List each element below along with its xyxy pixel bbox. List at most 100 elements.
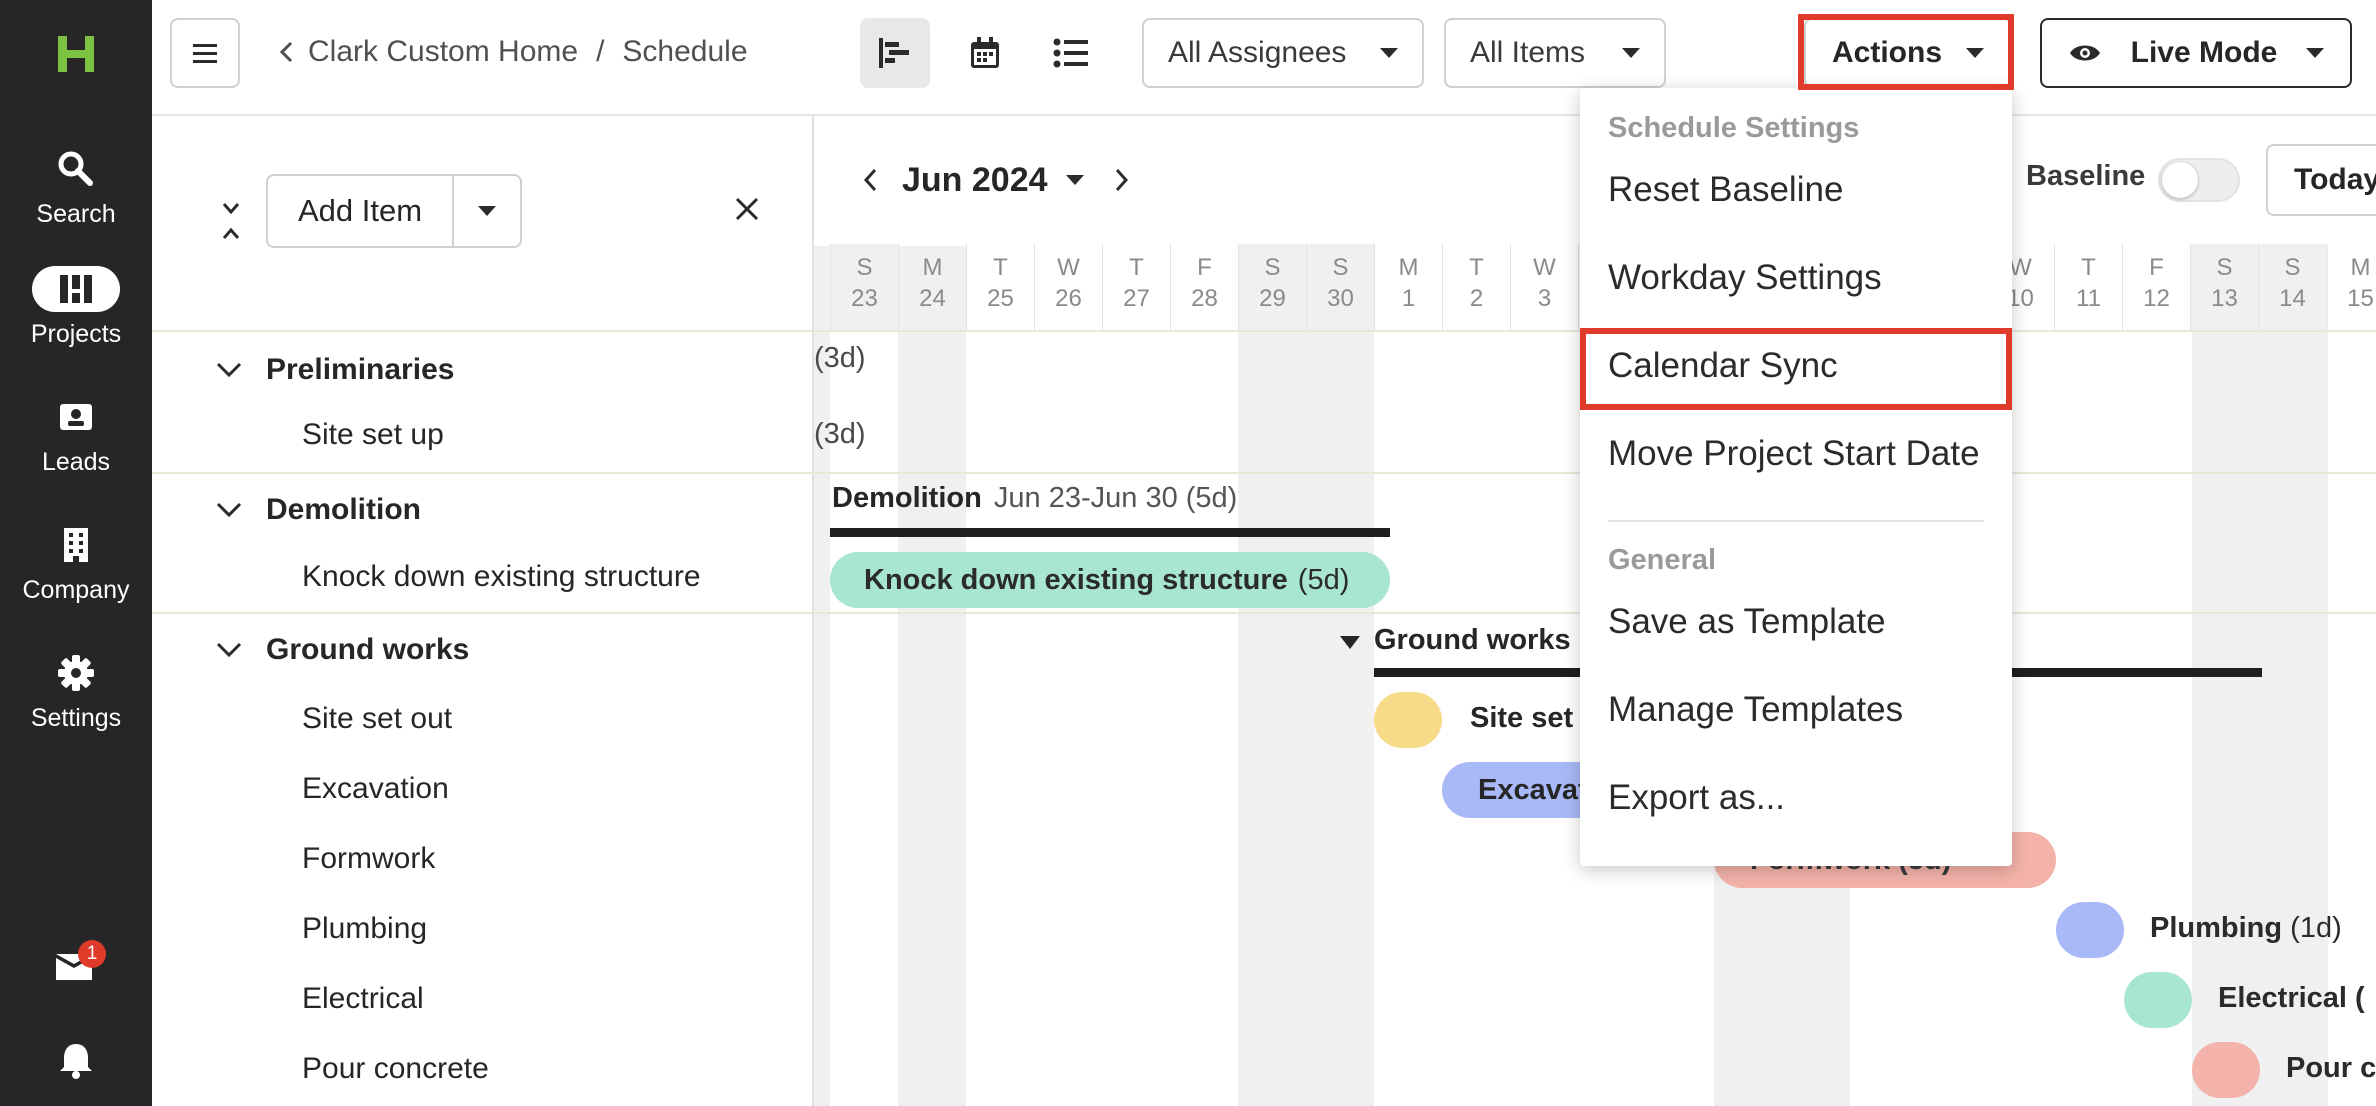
live-mode-button[interactable]: Live Mode [2040, 18, 2352, 88]
electrical-label: Electrical ( [2218, 982, 2365, 1014]
chevron-left-icon[interactable] [276, 38, 298, 66]
day-header: T 11 [2054, 244, 2122, 330]
group-label: Preliminaries [266, 353, 455, 386]
breadcrumb-project[interactable]: Clark Custom Home [308, 35, 578, 69]
reset-baseline-item[interactable]: Reset Baseline [1608, 170, 1843, 210]
collapse-all-icon [222, 203, 240, 239]
day-header: S 30 [1306, 244, 1374, 330]
nav-projects[interactable]: Projects [0, 266, 152, 349]
task-row[interactable]: Plumbing [302, 912, 802, 946]
task-row[interactable]: Electrical [302, 982, 802, 1016]
top-bar: Clark Custom Home / Schedule All Assigne… [152, 0, 2376, 116]
export-as-item[interactable]: Export as... [1608, 778, 1785, 818]
plumbing-bar[interactable] [2056, 902, 2124, 958]
bar-duration: (5d) [1297, 563, 1350, 596]
day-header: T 25 [966, 244, 1034, 330]
day-header: T 27 [1102, 244, 1170, 330]
group-row-preliminaries[interactable]: Preliminaries [152, 348, 814, 392]
pour-concrete-bar[interactable] [2192, 1042, 2260, 1098]
manage-templates-item[interactable]: Manage Templates [1608, 690, 1903, 730]
task-row[interactable]: Formwork [302, 842, 802, 876]
divider [152, 472, 814, 474]
group-label: Ground works [266, 633, 470, 666]
actions-highlight [1798, 14, 2014, 90]
save-as-template-item[interactable]: Save as Template [1608, 602, 1886, 642]
demolition-range: Jun 23-Jun 30 (5d) [993, 482, 1238, 514]
baseline-label: Baseline [2026, 160, 2146, 192]
app-logo-icon[interactable] [54, 32, 98, 76]
today-button[interactable]: Today [2266, 144, 2376, 216]
day-header: F 12 [2122, 244, 2190, 330]
nav-leads[interactable]: Leads [0, 394, 152, 477]
ground-works-title[interactable]: Ground works [1374, 624, 1571, 657]
live-mode-label: Live Mode [2130, 36, 2278, 69]
baseline-toggle[interactable] [2158, 158, 2240, 202]
site-set-out-label: Site set [1470, 702, 1574, 734]
inbox-button[interactable]: 1 [54, 940, 106, 984]
task-row[interactable]: Excavation [302, 772, 802, 806]
list-view-button[interactable] [1036, 18, 1106, 88]
bell-icon [60, 1044, 92, 1079]
add-item-button[interactable]: Add Item [268, 193, 452, 229]
group-row-ground-works[interactable]: Ground works [152, 628, 814, 672]
menu-toggle-button[interactable] [170, 18, 240, 88]
chevron-down-icon[interactable] [214, 500, 244, 520]
day-header: W 26 [1034, 244, 1102, 330]
chevron-left-icon[interactable] [860, 165, 882, 195]
company-icon [32, 522, 120, 568]
items-filter[interactable]: All Items [1444, 18, 1666, 88]
hamburger-icon [193, 44, 217, 63]
preliminaries-duration: (3d) [814, 342, 866, 374]
task-row[interactable]: Site set out [302, 702, 802, 736]
chevron-down-icon[interactable] [214, 360, 244, 380]
day-header: S 23 [830, 244, 898, 330]
caret-down-icon[interactable] [1065, 175, 1084, 185]
site-set-out-bar[interactable] [1374, 692, 1442, 748]
gear-icon [32, 650, 120, 696]
assignees-filter[interactable]: All Assignees [1142, 18, 1424, 88]
nav-search[interactable]: Search [0, 146, 152, 229]
assignees-filter-label: All Assignees [1168, 36, 1347, 69]
notifications-button[interactable] [56, 1040, 96, 1080]
bar-title: Knock down existing structure [864, 563, 1288, 596]
caret-down-icon [478, 206, 496, 216]
weekend-column [814, 246, 830, 1106]
add-item-dropdown[interactable] [452, 175, 520, 247]
chevron-right-icon[interactable] [1110, 165, 1132, 195]
eye-icon [2070, 45, 2100, 61]
list-view-icon [1053, 38, 1088, 68]
task-row[interactable]: Pour concrete [302, 1052, 802, 1086]
task-row[interactable]: Knock down existing structure [302, 560, 802, 594]
day-header: F 28 [1170, 244, 1238, 330]
nav-company[interactable]: Company [0, 522, 152, 605]
workday-settings-item[interactable]: Workday Settings [1608, 258, 1882, 298]
nav-projects-label: Projects [30, 320, 122, 348]
inbox-badge: 1 [78, 940, 106, 968]
chevron-down-icon[interactable] [214, 640, 244, 660]
demolition-summary-bar[interactable] [830, 528, 1390, 537]
electrical-bar[interactable] [2124, 972, 2192, 1028]
nav-company-label: Company [22, 576, 130, 604]
plumbing-label: Plumbing (1d) [2150, 912, 2342, 945]
close-panel-button[interactable] [732, 194, 766, 228]
nav-settings[interactable]: Settings [0, 650, 152, 733]
demolition-summary-label[interactable]: Demolition Jun 23-Jun 30 (5d) [832, 482, 1237, 515]
close-icon [735, 197, 759, 221]
gantt-view-icon [879, 38, 909, 68]
caret-down-icon [1622, 48, 1640, 58]
search-icon [32, 146, 120, 192]
collapse-all-button[interactable] [216, 192, 246, 252]
weekend-column [1238, 246, 1374, 1106]
move-project-start-date-item[interactable]: Move Project Start Date [1608, 434, 1980, 474]
task-row[interactable]: Site set up [302, 418, 802, 452]
knock-down-bar[interactable]: Knock down existing structure (5d) [830, 552, 1390, 608]
caret-down-icon[interactable] [1340, 636, 1360, 650]
gantt-view-button[interactable] [860, 18, 930, 88]
pour-concrete-label: Pour c [2286, 1052, 2376, 1084]
divider [152, 612, 814, 614]
day-header: W3 [1510, 244, 1578, 330]
group-row-demolition[interactable]: Demolition [152, 488, 814, 532]
actions-menu: Schedule Settings Reset Baseline Workday… [1580, 88, 2012, 866]
calendar-view-button[interactable] [950, 18, 1020, 88]
month-label[interactable]: Jun 2024 [902, 161, 1048, 200]
